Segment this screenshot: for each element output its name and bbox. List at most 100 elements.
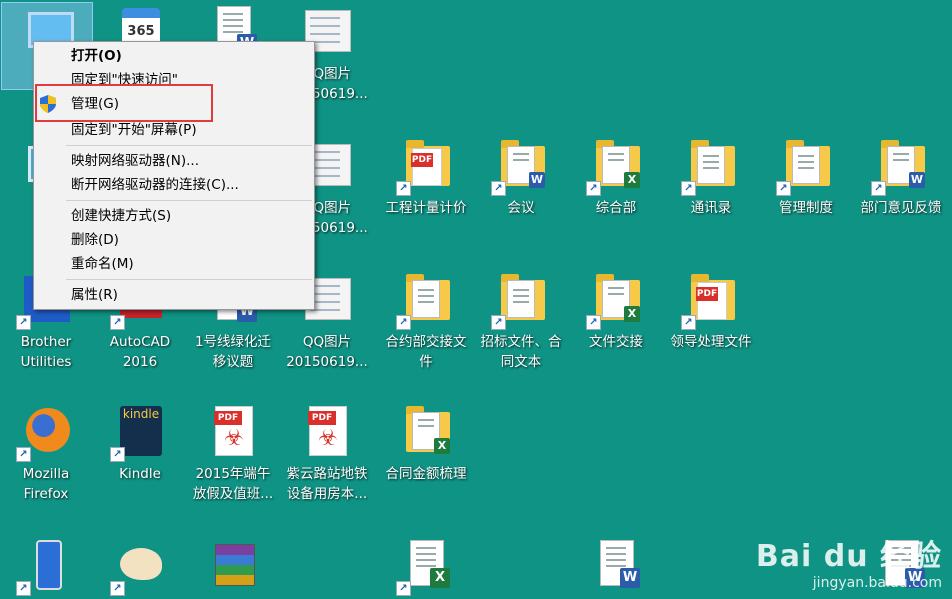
desktop-icon-label: 管理制度 [779, 200, 833, 216]
desktop-icon-label: 2015年端午 放假及值班... [192, 466, 274, 502]
shortcut-arrow-icon: ↗ [681, 181, 696, 196]
shortcut-arrow-icon: ↗ [110, 315, 125, 330]
desktop-icon-hetongjine[interactable]: X 合同金额梳理 [380, 404, 472, 484]
desktop-icon-glyph: PDF ☣ [207, 404, 259, 460]
desktop-icon-label: 合约部交接文 件 [385, 334, 467, 370]
menu-item-label: 打开(O) [71, 48, 122, 64]
menu-item-label: 断开网络驱动器的连接(C)... [71, 177, 239, 193]
desktop-icon-glyph: PDF ↗ [681, 272, 737, 330]
shortcut-arrow-icon: ↗ [586, 181, 601, 196]
desktop-icon-label: 文件交接 [589, 334, 643, 350]
menu-item-properties[interactable]: 属性(R) [34, 283, 314, 307]
pdf-document-icon: PDF [696, 282, 727, 320]
desktop-icon-label: AutoCAD 2016 [109, 334, 171, 370]
shortcut-arrow-icon: ↗ [16, 581, 31, 596]
desktop-icon-glyph: ↗ [776, 138, 832, 196]
shortcut-arrow-icon: ↗ [16, 315, 31, 330]
menu-item-label: 创建快捷方式(S) [71, 208, 172, 224]
desktop-icon-label: 综合部 [595, 200, 637, 216]
desktop-icon-bumen[interactable]: W ↗ 部门意见反馈 [855, 138, 947, 218]
desktop-icon-label: 部门意见反馈 [860, 200, 942, 216]
menu-separator [66, 279, 312, 280]
desktop-icon-label: Kindle [119, 466, 161, 482]
desktop-icon-firefox[interactable]: ↗ Mozilla Firefox [0, 404, 92, 504]
desktop-icon-glyph: X ↗ [396, 538, 452, 596]
document-icon [697, 146, 725, 184]
desktop-icon-duanwu[interactable]: PDF ☣ 2015年端午 放假及值班... [187, 404, 279, 504]
shortcut-arrow-icon: ↗ [396, 581, 411, 596]
pdf-document-icon: PDF [411, 148, 442, 186]
winrar-archive-icon [215, 544, 255, 586]
phone-app-icon [36, 540, 62, 590]
desktop-icon-wenjianjiaojie[interactable]: X ↗ 文件交接 [570, 272, 662, 352]
shortcut-arrow-icon: ↗ [396, 315, 411, 330]
menu-item-label: 删除(D) [71, 232, 119, 248]
desktop-icon-label: 招标文件、合 同文本 [480, 334, 562, 370]
shortcut-arrow-icon: ↗ [396, 181, 411, 196]
desktop-icon-glyph: ↗ [16, 404, 72, 462]
desktop-icon-label: 紫云路站地铁 设备用房本... [286, 466, 368, 502]
desktop-icon-ziyun[interactable]: PDF ☣ 紫云路站地铁 设备用房本... [281, 404, 373, 504]
shortcut-arrow-icon: ↗ [491, 315, 506, 330]
desktop-icon-gongcheng[interactable]: PDF ↗ 工程计量计价 [380, 138, 472, 218]
desktop-icon-paint-app[interactable]: ↗ [94, 538, 186, 598]
menu-item-rename[interactable]: 重命名(M) [34, 252, 314, 276]
desktop-icon-label: 通讯录 [690, 200, 732, 216]
desktop-icon-zonghebu[interactable]: X ↗ 综合部 [570, 138, 662, 218]
desktop-icon-label: 1号线绿化迁 移议题 [194, 334, 272, 370]
menu-item-disconnect-drive[interactable]: 断开网络驱动器的连接(C)... [34, 173, 314, 197]
menu-item-label: 重命名(M) [71, 256, 134, 272]
menu-item-label: 映射网络驱动器(N)... [71, 153, 200, 169]
desktop-icon-glyph: X ↗ [586, 138, 642, 196]
desktop-icon-glyph: W [590, 538, 642, 594]
desktop-icon-glyph: W ↗ [871, 138, 927, 196]
document-icon [412, 280, 440, 318]
pdf-document-icon: PDF ☣ [308, 406, 347, 456]
watermark-logo: Bai du 经验 [755, 539, 942, 574]
firefox-icon [26, 408, 70, 452]
annotation-highlight-box [35, 84, 213, 122]
desktop-icon-zhaobiao[interactable]: ↗ 招标文件、合 同文本 [475, 272, 567, 372]
desktop-icon-word-bottom-1[interactable]: W [570, 538, 662, 598]
desktop-icon-glyph: ↗ [681, 138, 737, 196]
desktop-icon-glyph: kindle ↗ [110, 404, 166, 462]
desktop-icon-label: 领导处理文件 [670, 334, 752, 350]
shortcut-arrow-icon: ↗ [110, 447, 125, 462]
shortcut-arrow-icon: ↗ [586, 315, 601, 330]
desktop-icon-lingdao[interactable]: PDF ↗ 领导处理文件 [665, 272, 757, 352]
desktop-icon-glyph: ↗ [396, 272, 452, 330]
desktop-icon-label: Mozilla Firefox [22, 466, 70, 502]
watermark-url: jingyan.baidu.com [812, 575, 942, 591]
desktop-icon-huiyi[interactable]: W ↗ 会议 [475, 138, 567, 218]
shortcut-arrow-icon: ↗ [16, 447, 31, 462]
desktop-icon-label: 合同金额梳理 [385, 466, 467, 482]
document-icon [507, 280, 535, 318]
menu-item-map-drive[interactable]: 映射网络驱动器(N)... [34, 149, 314, 173]
baidu-jingyan-watermark: Bai du 经验 jingyan.baidu.com [756, 531, 942, 591]
menu-item-create-shortcut[interactable]: 创建快捷方式(S) [34, 204, 314, 228]
menu-item-delete[interactable]: 删除(D) [34, 228, 314, 252]
desktop-icon-glyph: X ↗ [586, 272, 642, 330]
shortcut-arrow-icon: ↗ [681, 315, 696, 330]
shortcut-arrow-icon: ↗ [491, 181, 506, 196]
shortcut-arrow-icon: ↗ [776, 181, 791, 196]
desktop-icon-phone-app[interactable]: ↗ [0, 538, 92, 598]
desktop-icon-label: Brother Utilities [20, 334, 72, 370]
desktop-icon-glyph: ↗ [110, 538, 166, 596]
desktop-icon-label: 会议 [507, 200, 535, 216]
desktop-icon-kindle[interactable]: kindle ↗ Kindle [94, 404, 186, 484]
context-menu: 打开(O) 固定到"快速访问" 管理(G) 固定到"开始"屏幕(P) 映射网络驱… [33, 41, 315, 310]
menu-item-open[interactable]: 打开(O) [34, 44, 314, 68]
desktop-icon-glyph: ↗ [16, 538, 72, 596]
kindle-icon: kindle [120, 406, 162, 456]
desktop-icon-glyph: PDF ☣ [301, 404, 353, 460]
pdf-document-icon: PDF ☣ [214, 406, 253, 456]
shortcut-arrow-icon: ↗ [110, 581, 125, 596]
desktop-icon-winrar[interactable] [187, 538, 279, 598]
desktop-icon-heyuebu[interactable]: ↗ 合约部交接文 件 [380, 272, 472, 372]
desktop-icon-excel-bottom[interactable]: X ↗ [380, 538, 472, 598]
desktop-icon-tongxunlu[interactable]: ↗ 通讯录 [665, 138, 757, 218]
desktop-icon-glyph [207, 538, 259, 594]
document-icon [792, 146, 820, 184]
desktop-icon-guanlizhidu[interactable]: ↗ 管理制度 [760, 138, 852, 218]
